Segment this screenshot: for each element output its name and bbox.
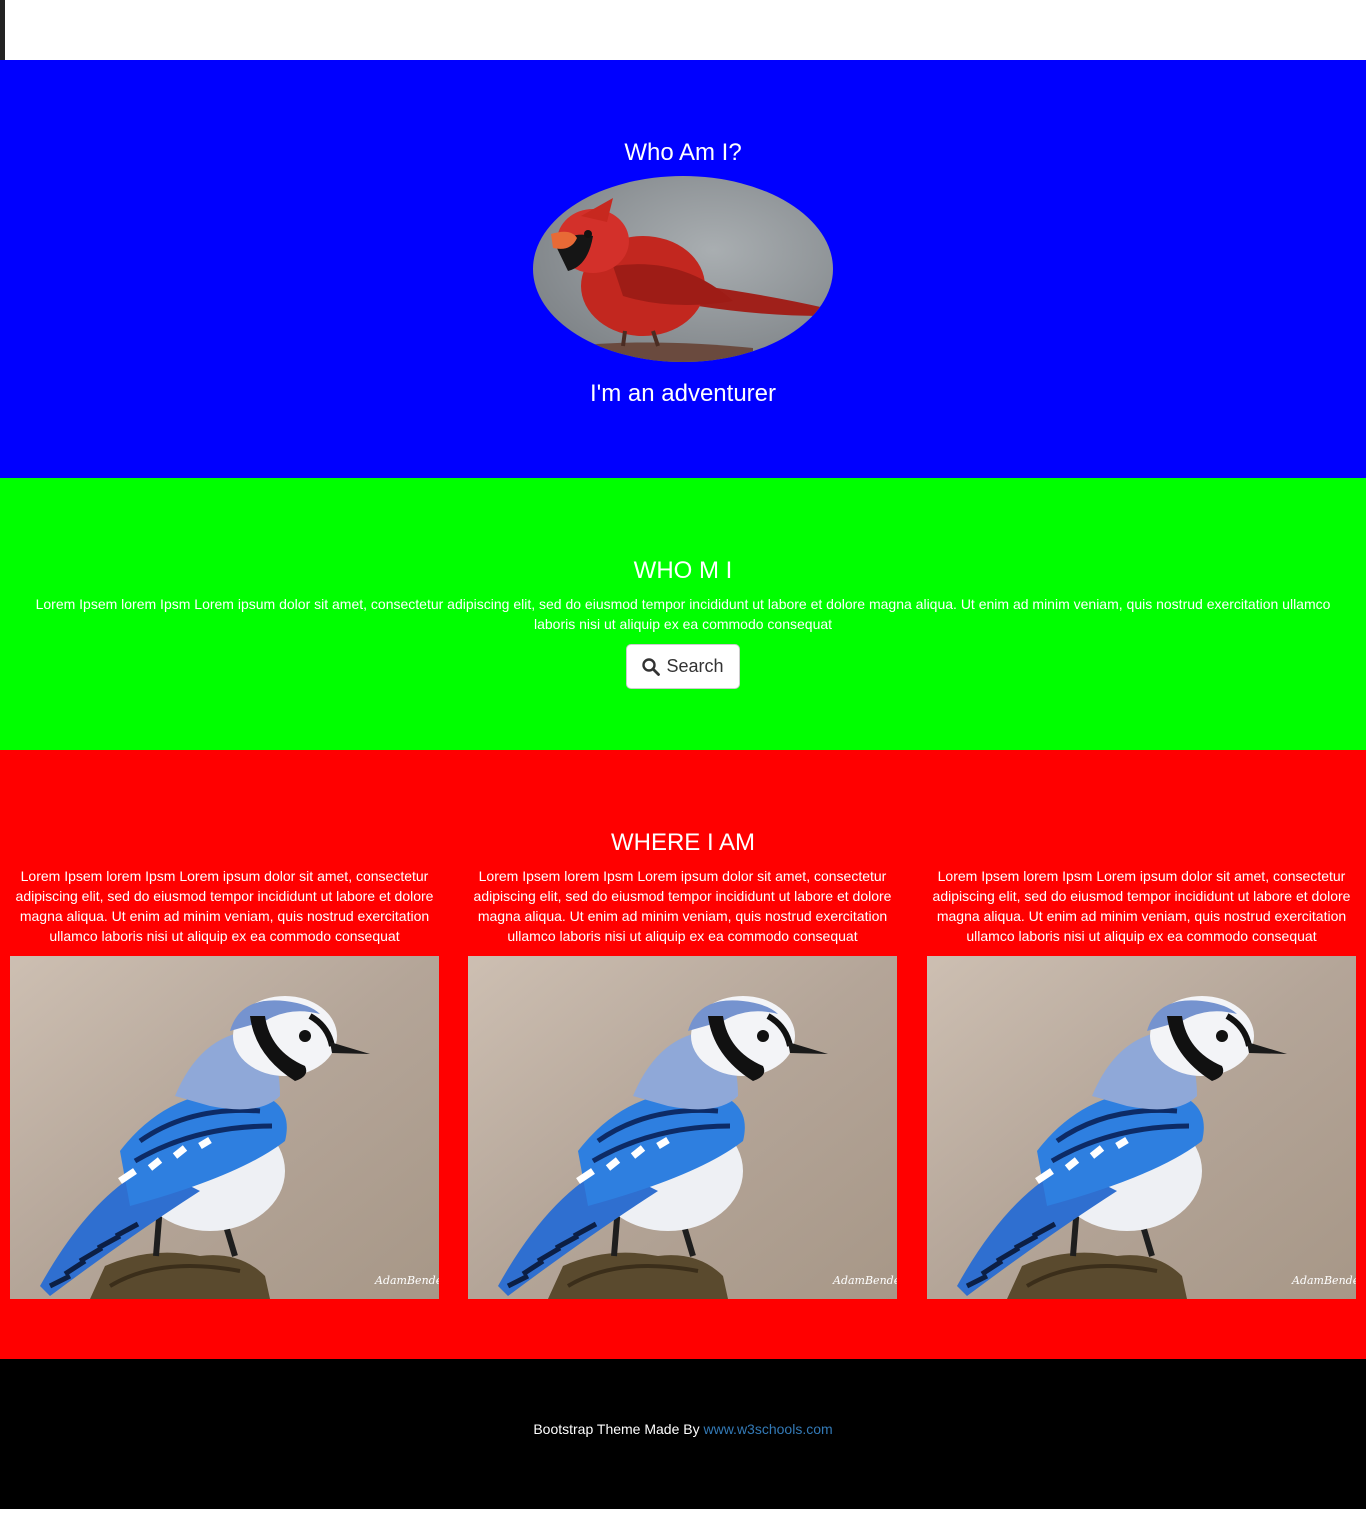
about-title: WHO M I <box>633 557 733 584</box>
where-column-text: Lorem Ipsem lorem Ipsm Lorem ipsum dolor… <box>932 868 1351 944</box>
avatar-image <box>533 176 833 362</box>
blue-jay-photo-icon <box>468 956 897 1299</box>
where-column-3: Lorem Ipsem lorem Ipsm Lorem ipsum dolor… <box>927 866 1356 956</box>
hero-section: Who Am I? I'm an adventurer <box>0 60 1366 478</box>
search-icon <box>642 657 661 676</box>
where-column-text: Lorem Ipsem lorem Ipsm Lorem ipsum dolor… <box>473 868 892 944</box>
about-text: Lorem Ipsem lorem Ipsm Lorem ipsum dolor… <box>35 596 1331 632</box>
about-section: WHO M I Lorem Ipsem lorem Ipsm Lorem ips… <box>0 478 1366 750</box>
blue-jay-photo-icon <box>927 956 1356 1299</box>
where-column-1: Lorem Ipsem lorem Ipsm Lorem ipsum dolor… <box>10 866 439 956</box>
search-button-label: Search <box>666 656 724 676</box>
cardinal-bird-icon <box>533 176 833 362</box>
hero-title: Who Am I? <box>624 139 742 166</box>
where-column-2: Lorem Ipsem lorem Ipsm Lorem ipsum dolor… <box>468 866 897 956</box>
footer-credit: Bootstrap Theme Made By www.w3schools.co… <box>0 1419 1366 1439</box>
top-blank-bar <box>0 0 1366 60</box>
search-button[interactable]: Search <box>626 644 740 689</box>
where-title: WHERE I AM <box>610 829 755 856</box>
where-section: WHERE I AM Lorem Ipsem lorem Ipsm Lorem … <box>0 750 1366 1359</box>
footer: Bootstrap Theme Made By www.w3schools.co… <box>0 1359 1366 1509</box>
footer-credit-prefix: Bootstrap Theme Made By <box>533 1421 704 1437</box>
where-column-text: Lorem Ipsem lorem Ipsm Lorem ipsum dolor… <box>15 868 434 944</box>
footer-link[interactable]: www.w3schools.com <box>704 1421 833 1437</box>
hero-tagline: I'm an adventurer <box>589 380 776 407</box>
blue-jay-photo-icon <box>10 956 439 1299</box>
